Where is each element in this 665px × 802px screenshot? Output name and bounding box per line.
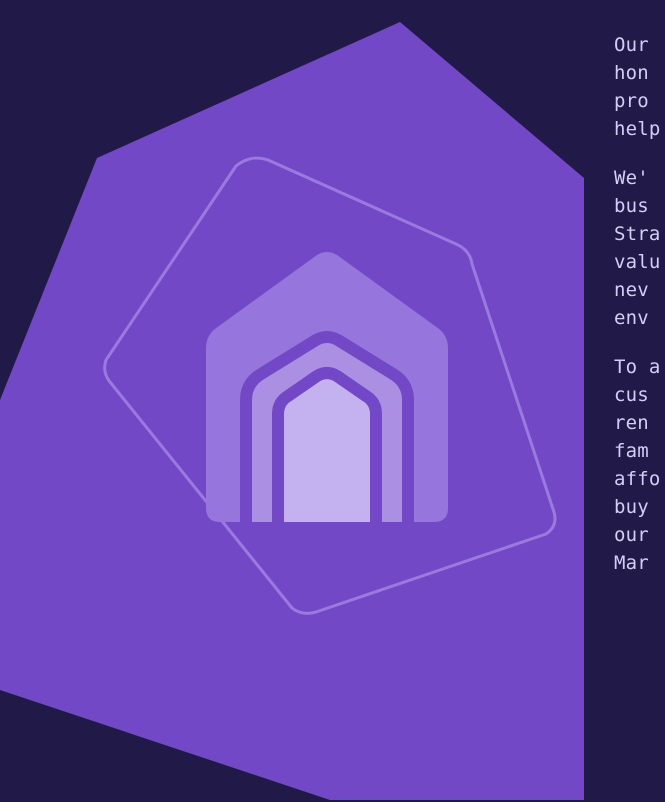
text-line: To a bbox=[614, 356, 661, 378]
paragraph-2: We' bus Stra valu nev env bbox=[614, 164, 665, 332]
text-line: help bbox=[614, 118, 661, 140]
text-line: cus bbox=[614, 384, 649, 406]
text-line: ren bbox=[614, 412, 649, 434]
text-line: affo bbox=[614, 468, 661, 490]
text-line: nev bbox=[614, 279, 649, 301]
text-line: We' bbox=[614, 167, 649, 189]
paragraph-3: To a cus ren fam affo buy our Mar bbox=[614, 353, 665, 577]
text-line: pro bbox=[614, 90, 649, 112]
paragraph-1: Our hon pro help bbox=[614, 31, 665, 143]
text-line: env bbox=[614, 307, 649, 329]
decorative-illustration bbox=[0, 22, 584, 800]
text-line: Mar bbox=[614, 552, 649, 574]
text-line: valu bbox=[614, 251, 661, 273]
text-line: hon bbox=[614, 62, 649, 84]
text-line: our bbox=[614, 524, 649, 546]
text-line: Stra bbox=[614, 223, 661, 245]
text-line: Our bbox=[614, 34, 649, 56]
text-line: fam bbox=[614, 440, 649, 462]
page: Our hon pro help We' bus Stra valu nev e… bbox=[0, 0, 665, 802]
body-text-column: Our hon pro help We' bus Stra valu nev e… bbox=[614, 31, 665, 598]
text-line: buy bbox=[614, 496, 649, 518]
text-line: bus bbox=[614, 195, 649, 217]
